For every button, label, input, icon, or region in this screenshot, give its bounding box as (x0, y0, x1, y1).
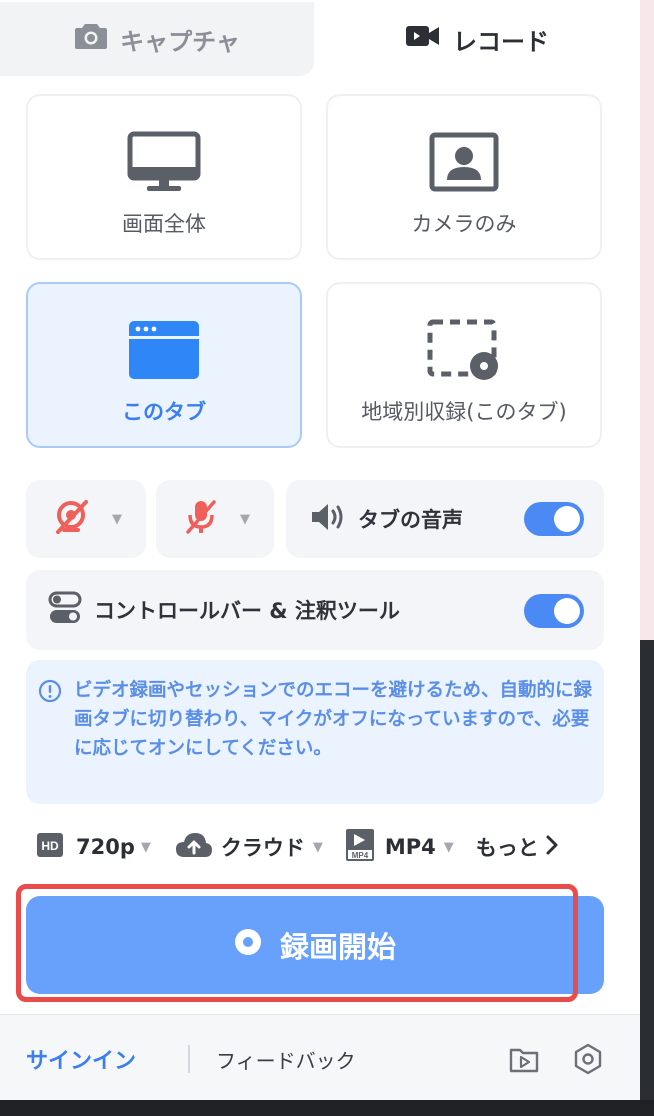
control-bar-toggle[interactable] (524, 594, 584, 628)
video-camera-icon (405, 24, 441, 54)
video-library-icon[interactable] (508, 1043, 540, 1079)
speaker-icon (310, 502, 346, 536)
tab-record-label: レコード (453, 27, 549, 56)
tab-capture-label: キャプチャ (120, 27, 240, 56)
chevron-down-icon: ▼ (240, 511, 250, 527)
format-dropdown[interactable]: MP4 MP4 ▼ (345, 828, 454, 867)
camera-dropdown[interactable]: ▼ (26, 480, 146, 558)
background-bottom-edge (0, 1100, 654, 1116)
settings-icon[interactable] (572, 1043, 604, 1079)
format-value: MP4 (384, 835, 436, 859)
svg-text:HD: HD (41, 839, 59, 853)
mode-tab-bar: キャプチャ レコード (0, 0, 640, 76)
recording-options-row: HD 720p ▼ クラウド ▼ MP4 MP4 ▼ もっと (36, 826, 602, 868)
camera-off-icon (54, 499, 90, 539)
chevron-down-icon: ▼ (312, 839, 323, 855)
mode-camera-only[interactable]: カメラのみ (326, 94, 602, 260)
quality-value: 720p (76, 835, 135, 859)
svg-text:MP4: MP4 (352, 851, 369, 860)
recorder-panel: キャプチャ レコード 画面全体 カメラのみ このタブ 地域別収録(このタブ) ▼… (0, 0, 640, 1100)
feedback-link[interactable]: フィードバック (216, 1045, 356, 1074)
chevron-down-icon: ▼ (140, 839, 151, 855)
control-bar-label: コントロールバー & 注釈ツール (94, 599, 400, 623)
mode-full-screen[interactable]: 画面全体 (26, 94, 302, 260)
tab-audio-row: タブの音声 (286, 480, 604, 558)
microphone-off-icon (184, 498, 218, 540)
camera-icon (74, 22, 108, 56)
chevron-right-icon (545, 834, 559, 861)
mode-region[interactable]: 地域別収録(このタブ) (326, 282, 602, 448)
tab-audio-toggle[interactable] (524, 502, 584, 536)
storage-value: クラウド (220, 836, 305, 860)
mode-full-screen-label: 画面全体 (122, 212, 206, 236)
footer-bar: サインイン フィードバック (0, 1014, 640, 1100)
hd-icon: HD (36, 832, 64, 863)
microphone-dropdown[interactable]: ▼ (156, 480, 274, 558)
tab-audio-label: タブの音声 (358, 508, 463, 532)
mp4-file-icon: MP4 (345, 828, 375, 867)
echo-notice: ビデオ録画やセッションでのエコーを避けるため、自動的に録画タブに切り替わり、マイ… (26, 660, 604, 804)
chevron-down-icon: ▼ (112, 511, 122, 527)
mode-camera-only-label: カメラのみ (411, 212, 517, 236)
more-options-label: もっと (475, 836, 539, 860)
person-portrait-icon (429, 130, 499, 194)
monitor-icon (127, 130, 201, 194)
toggles-icon (48, 591, 82, 629)
mode-region-label: 地域別収録(このタブ) (361, 400, 567, 424)
echo-notice-text: ビデオ録画やセッションでのエコーを避けるため、自動的に録画タブに切り替わり、マイ… (74, 680, 593, 759)
info-icon (38, 679, 62, 707)
tab-record[interactable]: レコード (314, 2, 640, 76)
sign-in-link[interactable]: サインイン (26, 1043, 136, 1075)
chevron-down-icon: ▼ (443, 839, 454, 855)
footer-divider (188, 1045, 190, 1073)
storage-dropdown[interactable]: クラウド ▼ (175, 831, 323, 864)
highlight-annotation (16, 884, 578, 1002)
more-options-button[interactable]: もっと (476, 832, 559, 862)
quality-dropdown[interactable]: HD 720p ▼ (36, 832, 151, 863)
tab-capture[interactable]: キャプチャ (0, 2, 314, 76)
mode-this-tab-label: このタブ (122, 400, 206, 424)
mode-this-tab[interactable]: このタブ (26, 282, 302, 448)
background-right-edge (640, 0, 654, 1100)
control-bar-row: コントロールバー & 注釈ツール (26, 570, 604, 650)
browser-window-icon (128, 318, 200, 382)
region-select-icon (426, 318, 502, 382)
cloud-upload-icon (175, 831, 213, 864)
